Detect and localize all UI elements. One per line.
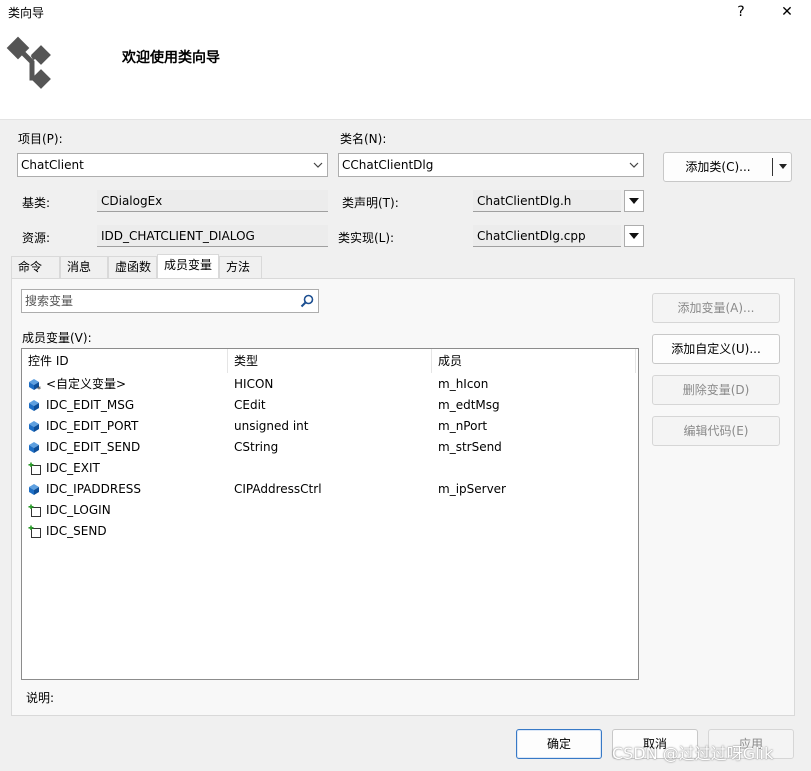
tab-messages[interactable]: 消息 [60,256,108,278]
table-row[interactable]: IDC_EDIT_PORT unsigned int m_nPort [22,416,638,437]
close-button[interactable]: ✕ [767,0,807,24]
resource-label: 资源: [22,231,51,245]
table-row[interactable]: IDC_EDIT_SEND CString m_strSend [22,437,638,458]
bound-control-icon [29,484,39,495]
row-type: CString [234,440,279,454]
class-impl-label: 类实现(L): [338,231,395,245]
table-row[interactable]: * <自定义变量> HICON m_hIcon [22,374,638,395]
row-type: CEdit [234,398,266,412]
row-type: HICON [234,377,274,391]
window-title: 类向导 [8,6,45,20]
member-vars-label: 成员变量(V): [22,331,92,345]
control-add-icon [28,504,41,517]
row-control-id: <自定义变量> [46,377,127,391]
tab-virtual-functions[interactable]: 虚函数 [108,256,157,278]
class-decl-field: ChatClientDlg.h [473,190,621,212]
add-class-dropdown[interactable] [774,153,792,181]
title-bar: 类向导 ? ✕ [0,0,811,24]
row-control-id: IDC_EDIT_PORT [46,419,139,433]
row-type: unsigned int [234,419,309,433]
class-decl-dropdown[interactable] [624,190,644,212]
edit-code-button[interactable]: 编辑代码(E) [652,416,780,446]
table-row[interactable]: IDC_LOGIN [22,500,638,521]
column-header-type[interactable]: 类型 [228,349,432,373]
class-impl-dropdown[interactable] [624,225,644,247]
search-box[interactable] [21,289,319,313]
base-class-label: 基类: [22,196,51,210]
row-control-id: IDC_EDIT_SEND [46,440,141,454]
project-combo[interactable]: ChatClient [17,153,328,177]
row-type: CIPAddressCtrl [234,482,322,496]
row-member: m_nPort [438,419,488,433]
bound-control-icon [29,442,39,453]
table-row[interactable]: IDC_IPADDRESS CIPAddressCtrl m_ipServer [22,479,638,500]
class-impl-field: ChatClientDlg.cpp [473,225,621,247]
classname-label: 类名(N): [340,132,387,146]
add-class-button[interactable]: 添加类(C)... [664,153,772,181]
ok-button[interactable]: 确定 [516,729,602,759]
row-control-id: IDC_IPADDRESS [46,482,142,496]
delete-variable-button[interactable]: 删除变量(D) [652,375,780,405]
wizard-heading: 欢迎使用类向导 [122,50,220,66]
table-row[interactable]: IDC_EXIT [22,458,638,479]
classname-value: CChatClientDlg [342,158,434,172]
caret-down-icon [779,164,787,169]
row-control-id: IDC_SEND [46,524,107,538]
project-label: 项目(P): [18,132,63,146]
split-separator [772,158,773,176]
search-input[interactable] [25,292,295,310]
add-variable-button[interactable]: 添加变量(A)... [652,293,780,323]
caret-down-icon [629,233,639,239]
tab-member-variables[interactable]: 成员变量 [157,254,219,278]
row-member: m_hIcon [438,377,489,391]
caret-down-icon [629,198,639,204]
search-icon[interactable] [300,294,314,308]
svg-text:*: * [37,385,41,392]
row-control-id: IDC_EDIT_MSG [46,398,135,412]
custom-variable-icon: * [29,379,41,392]
class-wizard-icon [6,36,51,89]
watermark: CSDN @过过过呀Glik [612,744,774,763]
row-control-id: IDC_EXIT [46,461,100,475]
member-variables-list[interactable]: 控件 ID 类型 成员 * <自定义变量> HICON m_hIcon IDC_… [21,348,639,680]
table-row[interactable]: IDC_SEND [22,521,638,542]
column-header-control-id[interactable]: 控件 ID [22,349,228,373]
chevron-down-icon [629,162,639,168]
row-member: m_edtMsg [438,398,500,412]
help-button[interactable]: ? [721,0,761,24]
row-member: m_strSend [438,440,502,454]
tab-methods[interactable]: 方法 [219,256,262,278]
control-add-icon [28,462,41,475]
control-add-icon [28,525,41,538]
add-custom-button[interactable]: 添加自定义(U)... [652,334,780,364]
table-row[interactable]: IDC_EDIT_MSG CEdit m_edtMsg [22,395,638,416]
chevron-down-icon [313,162,323,168]
tab-commands[interactable]: 命令 [11,256,60,278]
bound-control-icon [29,400,39,411]
resource-field: IDD_CHATCLIENT_DIALOG [97,225,328,247]
project-value: ChatClient [21,158,84,172]
add-class-split-button[interactable]: 添加类(C)... [663,152,792,182]
classname-combo[interactable]: CChatClientDlg [338,153,644,177]
bound-control-icon [29,421,39,432]
row-member: m_ipServer [438,482,506,496]
wizard-header: 欢迎使用类向导 [0,24,811,120]
class-decl-label: 类声明(T): [342,196,399,210]
row-control-id: IDC_LOGIN [46,503,111,517]
description-label: 说明: [26,691,55,705]
base-class-field: CDialogEx [97,190,328,212]
column-header-member[interactable]: 成员 [432,349,636,373]
